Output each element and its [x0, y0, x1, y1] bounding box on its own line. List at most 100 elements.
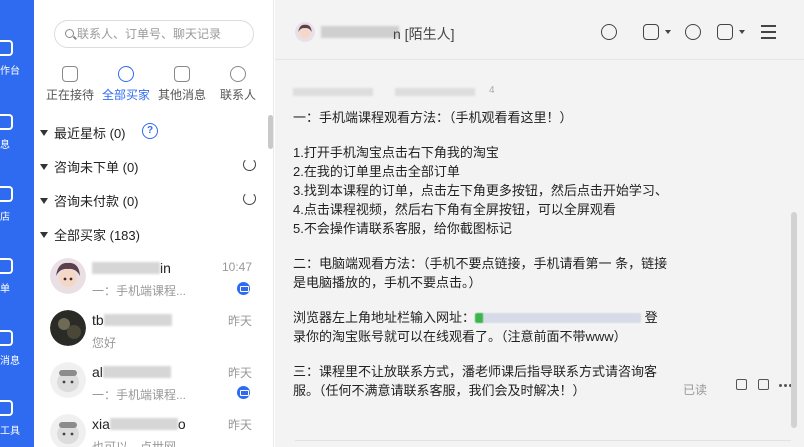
copy-icon [736, 379, 747, 390]
contact-time: 昨天 [227, 366, 252, 380]
avatar [50, 362, 86, 398]
contact-preview: 一：手机端课程... [92, 388, 187, 402]
contact-name: tb [92, 312, 172, 328]
search-icon [65, 29, 74, 38]
redacted-text [395, 88, 475, 96]
tab-receiving[interactable]: 正在接待 [42, 66, 98, 103]
rail-item-orders[interactable]: 单 [0, 258, 34, 302]
quote-button[interactable] [757, 378, 771, 392]
message-line: 浏览器左上角地址栏输入网址： 登 [293, 310, 658, 325]
task-button[interactable] [715, 22, 745, 42]
partial-text: 4 [489, 85, 495, 96]
chat-title: n [陌生人] [393, 26, 455, 42]
read-status: 已读 [683, 383, 708, 397]
rail-item-workbench[interactable]: 作台 [0, 40, 34, 84]
search-input[interactable] [77, 25, 247, 43]
video-icon [643, 24, 659, 40]
robot-icon [601, 24, 617, 40]
chat-area: n [陌生人] 4 一：手机端课程观看方法：（手机观看看这里！） 1.打开手机淘… [275, 0, 804, 447]
quote-icon [758, 379, 769, 390]
history-button[interactable] [683, 22, 705, 42]
message-bubble: 一：手机端课程观看方法：（手机观看看这里！） 1.打开手机淘宝点击右下角我的淘宝… [293, 108, 685, 400]
caret-down-icon [40, 198, 48, 204]
message-icon [0, 114, 13, 130]
rail-item-messages[interactable]: 息 [0, 114, 34, 158]
tab-label: 正在接待 [45, 88, 94, 102]
chat-bubble-icon [62, 66, 78, 82]
video-button[interactable] [641, 22, 671, 42]
group-all-buyers[interactable]: 全部买家 (183) [40, 225, 260, 245]
message-line: 一：手机端课程观看方法：（手机观看看这里！） [293, 110, 573, 125]
rail-item-tools[interactable]: 工具 [0, 400, 34, 444]
group-inquiry-no-order[interactable]: 咨询未下单 (0) [40, 157, 260, 177]
avatar [50, 258, 86, 294]
contact-name: al [92, 364, 171, 380]
more-icon [779, 384, 782, 387]
message-line: 服。（任何不满意请联系客服，我们会及时解决！） [293, 383, 586, 398]
tab-label: 联系人 [219, 88, 256, 102]
message-icon [174, 66, 190, 82]
workbench-icon [0, 40, 13, 56]
chevron-down-icon [665, 30, 671, 34]
contact-time: 昨天 [227, 314, 252, 328]
help-icon[interactable]: ? [142, 123, 158, 139]
message-line: 三：课程里不让放联系方式，潘老师课后指导联系方式请咨询客 [293, 364, 658, 379]
tab-all-buyers[interactable]: 全部买家 [98, 66, 154, 103]
message-line: 1.打开手机淘宝点击右下角我的淘宝 [293, 145, 499, 160]
group-label: 咨询未下单 (0) [54, 160, 139, 175]
tab-other-messages[interactable]: 其他消息 [154, 66, 210, 103]
message-line: 二：电脑端观看方法：（手机不要点链接，手机请看第一 条，链接 [293, 256, 668, 271]
tab-label: 全部买家 [101, 88, 150, 102]
contact-item[interactable]: tb 昨天 您好 [34, 304, 264, 362]
group-label: 全部买家 (183) [54, 228, 140, 243]
copy-button[interactable] [735, 378, 749, 392]
message-line: 2.在我的订单里点击全部订单 [293, 164, 460, 179]
redacted-name [92, 262, 160, 274]
avatar [50, 310, 86, 346]
message-line: 录你的淘宝账号就可以在线观看了。（注意前面不带www） [293, 329, 627, 344]
caret-down-icon [40, 164, 48, 170]
contact-list-scrollbar[interactable] [268, 115, 273, 149]
rail-item-notifications[interactable]: 消息 [0, 330, 34, 374]
refresh-icon[interactable] [243, 192, 256, 205]
robot-assistant-button[interactable] [599, 22, 621, 42]
rail-item-shop[interactable]: 店 [0, 186, 34, 230]
contact-name: xia o [92, 416, 186, 432]
group-starred[interactable]: 最近星标 (0) ? [40, 123, 260, 143]
menu-icon[interactable] [761, 25, 776, 39]
clock-icon [118, 66, 134, 82]
rail-label: 工具 [0, 426, 20, 437]
divider [295, 440, 791, 441]
contact-preview: 您好 [92, 336, 117, 350]
chat-header: n [陌生人] [275, 0, 804, 60]
refresh-icon[interactable] [243, 158, 256, 171]
tab-contacts[interactable]: 联系人 [210, 66, 266, 103]
chat-scrollbar[interactable] [791, 212, 797, 428]
contact-item[interactable]: al 昨天 一：手机端课程... [34, 356, 264, 414]
search-box[interactable] [54, 20, 254, 48]
history-icon [685, 24, 701, 40]
avatar [295, 22, 315, 42]
redacted-name [109, 418, 178, 430]
person-icon [230, 66, 246, 82]
redacted-name [321, 26, 399, 38]
caret-down-icon [40, 130, 48, 136]
checkbox-icon [717, 24, 733, 40]
contact-preview: 一：手机端课程... [92, 284, 187, 298]
contact-time: 昨天 [227, 418, 252, 432]
product-badge-icon [237, 386, 250, 399]
rail-label: 消息 [0, 356, 20, 367]
previous-message-partial: 4 [293, 85, 495, 98]
contact-time: 10:47 [221, 260, 252, 274]
message-line: 3.找到本课程的订单，点击左下角更多按钮，然后点击开始学习、 [293, 183, 668, 198]
order-icon [0, 258, 13, 274]
message-line: 4.点击课程视频，然后右下角有全屏按钮，可以全屏观看 [293, 202, 616, 217]
message-line: 是电脑播放的，手机不要点击。） [293, 275, 482, 290]
shop-icon [0, 186, 13, 202]
group-inquiry-unpaid[interactable]: 咨询未付款 (0) [40, 191, 260, 211]
caret-down-icon [40, 232, 48, 238]
contact-item[interactable]: xia o 昨天 也可以，点世网... [34, 408, 264, 447]
redacted-url[interactable] [475, 313, 642, 323]
left-rail: 作台 息 店 单 消息 工具 [0, 0, 34, 447]
contact-item[interactable]: in 10:47 一：手机端课程... [34, 252, 264, 310]
